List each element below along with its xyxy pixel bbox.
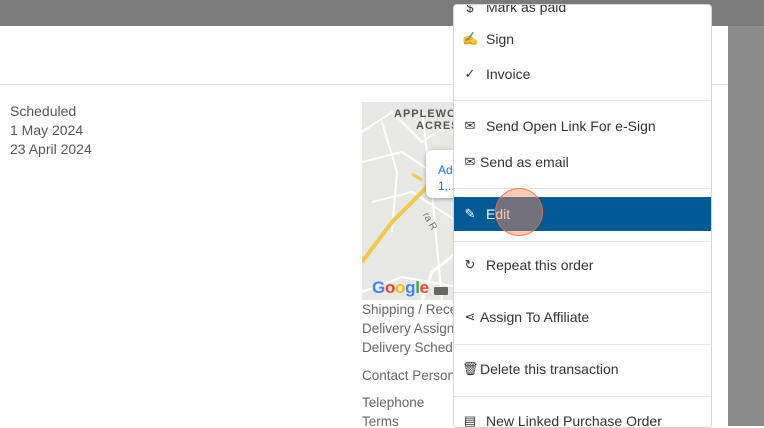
mark-as-paid-label: Mark as paid (486, 4, 567, 15)
invoice-label: Invoice (486, 66, 531, 82)
menu-item-invoice[interactable]: ✓ Invoice (454, 60, 711, 88)
right-backdrop (728, 26, 764, 426)
menu-divider (454, 344, 711, 345)
assign-affiliate-label: Assign To Affiliate (480, 309, 590, 325)
envelope-icon: ✉ (464, 118, 476, 133)
menu-item-send-open-link[interactable]: ✉ Send Open Link For e-Sign (454, 112, 711, 140)
trash-icon: 🗑 (462, 361, 479, 376)
order-status: Scheduled (10, 103, 77, 119)
contact-person-label: Contact Person (362, 368, 454, 383)
edit-icon: ✎ (464, 206, 476, 221)
menu-divider (454, 188, 711, 189)
menu-item-mark-as-paid[interactable]: $ Mark as paid (454, 4, 711, 17)
order-dates: Scheduled 1 May 2024 23 April 2024 (10, 102, 92, 159)
menu-item-delete-transaction[interactable]: 🗑 Delete this transaction (454, 355, 711, 383)
redo-icon: ↻ (464, 257, 476, 272)
map-area-label: APPLEWO (394, 108, 457, 120)
menu-item-edit[interactable]: ✎ Edit (454, 197, 711, 231)
map-area-label-2: ACRES (416, 120, 458, 132)
menu-divider (454, 396, 711, 397)
dollar-icon: $ (466, 4, 474, 15)
check-icon: ✓ (464, 66, 476, 81)
location-map[interactable]: APPLEWO ACRES Ad 1,... ra R Google (362, 102, 458, 300)
send-email-label: Send as email (480, 154, 569, 170)
menu-item-send-email[interactable]: ✉ Send as email (454, 148, 711, 176)
terms-label: Terms (362, 414, 399, 426)
order-date-1: 1 May 2024 (10, 122, 84, 138)
click-indicator (495, 188, 543, 236)
menu-item-sign[interactable]: ✍ Sign (454, 25, 711, 53)
envelope-icon: ✉ (464, 154, 476, 169)
delivery-assigned-label: Delivery Assigne (362, 321, 454, 336)
menu-divider (454, 241, 711, 242)
menu-item-assign-affiliate[interactable]: ⋖ Assign To Affiliate (454, 303, 711, 331)
menu-divider (454, 292, 711, 293)
telephone-label: Telephone (362, 395, 425, 410)
google-logo: Google (372, 278, 429, 297)
menu-divider (454, 100, 711, 101)
actions-dropdown-menu: $ Mark as paid ✍ Sign ✓ Invoice ✉ Send O… (453, 4, 712, 428)
order-details: Shipping / Rece Delivery Assigne Deliver… (362, 302, 454, 426)
share-icon: ⋖ (464, 309, 476, 324)
delete-transaction-label: Delete this transaction (480, 361, 619, 377)
keyboard-icon[interactable] (434, 287, 448, 295)
send-open-link-label: Send Open Link For e-Sign (486, 118, 656, 134)
repeat-order-label: Repeat this order (486, 257, 594, 273)
menu-item-new-linked-po[interactable]: ▤ New Linked Purchase Order (454, 407, 711, 427)
order-date-2: 23 April 2024 (10, 141, 92, 157)
delivery-scheduled-label: Delivery Schedu (362, 340, 454, 355)
shipping-label: Shipping / Rece (362, 302, 454, 317)
sign-label: Sign (486, 31, 515, 47)
signature-icon: ✍ (462, 31, 479, 46)
menu-item-repeat-order[interactable]: ↻ Repeat this order (454, 251, 711, 279)
